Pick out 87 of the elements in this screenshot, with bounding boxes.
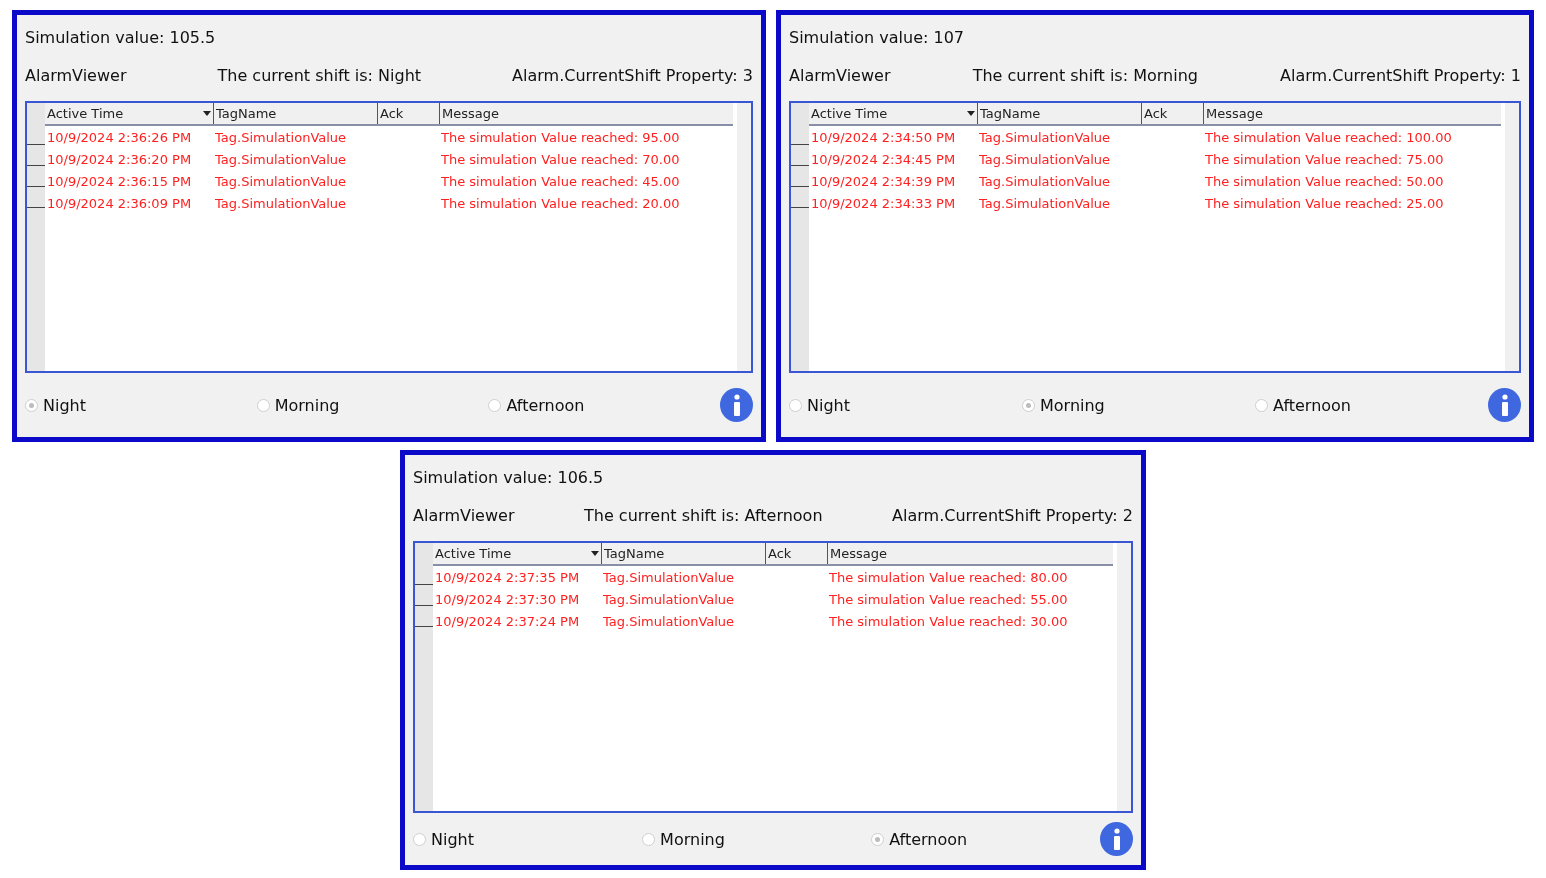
radio-button[interactable]	[1022, 398, 1035, 412]
info-icon	[1500, 394, 1509, 416]
column-header[interactable]: Active Time	[809, 103, 977, 124]
viewer-label: AlarmViewer	[789, 65, 891, 85]
info-icon	[1112, 828, 1121, 850]
scrollbar[interactable]	[1505, 103, 1519, 371]
table-cell-text: The simulation Value reached: 50.00	[1204, 173, 1445, 189]
radio-label: Night	[807, 395, 850, 415]
table-cell-text: The simulation Value reached: 55.00	[828, 591, 1069, 607]
table-cell-text: Tag.SimulationValue	[978, 195, 1112, 211]
property-label: Alarm.CurrentShift Property: 1	[1280, 65, 1521, 85]
radio-label: Afternoon	[889, 829, 968, 849]
table-cell-text: The simulation Value reached: 70.00	[440, 151, 681, 167]
table-cell-text: 10/9/2024 2:36:15 PM	[46, 173, 193, 189]
table-cell-text: The simulation Value reached: 95.00	[440, 129, 681, 145]
table-cell-text: The simulation Value reached: 100.00	[1204, 129, 1453, 145]
table-cell-text: 10/9/2024 2:37:24 PM	[434, 613, 581, 629]
table-cell-text: Tag.SimulationValue	[214, 195, 348, 211]
table-cell-text: 10/9/2024 2:34:50 PM	[810, 129, 957, 145]
viewer-label: AlarmViewer	[413, 505, 515, 525]
property-label: Alarm.CurrentShift Property: 3	[512, 65, 753, 85]
shift-label: The current shift is: Morning	[972, 65, 1198, 85]
simulation-value-label: Simulation value: 107	[789, 27, 965, 47]
radio-label: Morning	[274, 395, 340, 415]
table-cell-text: Tag.SimulationValue	[602, 569, 736, 585]
shift-label: The current shift is: Afternoon	[584, 505, 823, 525]
table-cell-text: The simulation Value reached: 25.00	[1204, 195, 1445, 211]
scrollbar[interactable]	[737, 103, 751, 371]
radio-button[interactable]	[871, 832, 885, 846]
table-cell-text: The simulation Value reached: 75.00	[1204, 151, 1445, 167]
radio-label: Afternoon	[506, 395, 585, 415]
radio-button[interactable]	[25, 398, 38, 412]
table-cell-text: 10/9/2024 2:34:45 PM	[810, 151, 957, 167]
radio-label: Morning	[660, 829, 725, 849]
table-cell-text: Tag.SimulationValue	[214, 173, 348, 189]
column-header[interactable]: Ack	[765, 543, 827, 564]
shift-label: The current shift is: Night	[217, 65, 422, 85]
info-button[interactable]	[720, 388, 753, 422]
sort-caret-icon	[967, 111, 975, 116]
column-header[interactable]: Message	[439, 103, 733, 124]
table-cell-text: The simulation Value reached: 80.00	[828, 569, 1069, 585]
table-cell-text: The simulation Value reached: 45.00	[440, 173, 681, 189]
table-cell-text: Tag.SimulationValue	[602, 613, 736, 629]
sort-caret-icon	[591, 551, 599, 556]
info-icon	[732, 394, 741, 416]
radio-label: Night	[431, 829, 474, 849]
table-cell-text: 10/9/2024 2:37:30 PM	[434, 591, 581, 607]
table-cell-text: 10/9/2024 2:36:20 PM	[46, 151, 193, 167]
column-header[interactable]: Ack	[377, 103, 439, 124]
table-cell-text: Tag.SimulationValue	[602, 591, 736, 607]
table-cell-text: 10/9/2024 2:36:26 PM	[46, 129, 193, 145]
column-header[interactable]: Active Time	[433, 543, 601, 564]
info-button[interactable]	[1100, 822, 1133, 856]
radio-button[interactable]	[488, 398, 502, 412]
column-header[interactable]: Ack	[1141, 103, 1203, 124]
simulation-value-label: Simulation value: 106.5	[413, 467, 604, 487]
table-cell-text: 10/9/2024 2:34:33 PM	[810, 195, 957, 211]
table-cell-text: 10/9/2024 2:34:39 PM	[810, 173, 957, 189]
column-header[interactable]: TagName	[213, 103, 377, 124]
radio-label: Night	[43, 395, 86, 415]
column-header[interactable]: TagName	[601, 543, 765, 564]
table-cell-text: The simulation Value reached: 20.00	[440, 195, 681, 211]
radio-button[interactable]	[789, 398, 802, 412]
column-header[interactable]: Message	[827, 543, 1113, 564]
table-cell-text: Tag.SimulationValue	[978, 151, 1112, 167]
column-header[interactable]: Active Time	[45, 103, 213, 124]
property-label: Alarm.CurrentShift Property: 2	[892, 505, 1133, 525]
radio-label: Morning	[1040, 395, 1105, 415]
column-header[interactable]: Message	[1203, 103, 1501, 124]
table-cell-text: Tag.SimulationValue	[978, 129, 1112, 145]
radio-button[interactable]	[413, 832, 426, 846]
radio-button[interactable]	[256, 398, 270, 412]
table-cell-text: 10/9/2024 2:36:09 PM	[46, 195, 193, 211]
info-button[interactable]	[1488, 388, 1521, 422]
column-header[interactable]: TagName	[977, 103, 1141, 124]
sort-caret-icon	[203, 111, 211, 116]
table-cell-text: Tag.SimulationValue	[214, 151, 348, 167]
viewer-label: AlarmViewer	[25, 65, 127, 85]
table-cell-text: Tag.SimulationValue	[214, 129, 348, 145]
table-cell-text: Tag.SimulationValue	[978, 173, 1112, 189]
table-cell-text: 10/9/2024 2:37:35 PM	[434, 569, 581, 585]
table-cell-text: The simulation Value reached: 30.00	[828, 613, 1069, 629]
radio-button[interactable]	[1255, 398, 1268, 412]
radio-button[interactable]	[642, 832, 656, 846]
scrollbar[interactable]	[1117, 543, 1131, 811]
simulation-value-label: Simulation value: 105.5	[25, 27, 216, 47]
radio-label: Afternoon	[1273, 395, 1351, 415]
